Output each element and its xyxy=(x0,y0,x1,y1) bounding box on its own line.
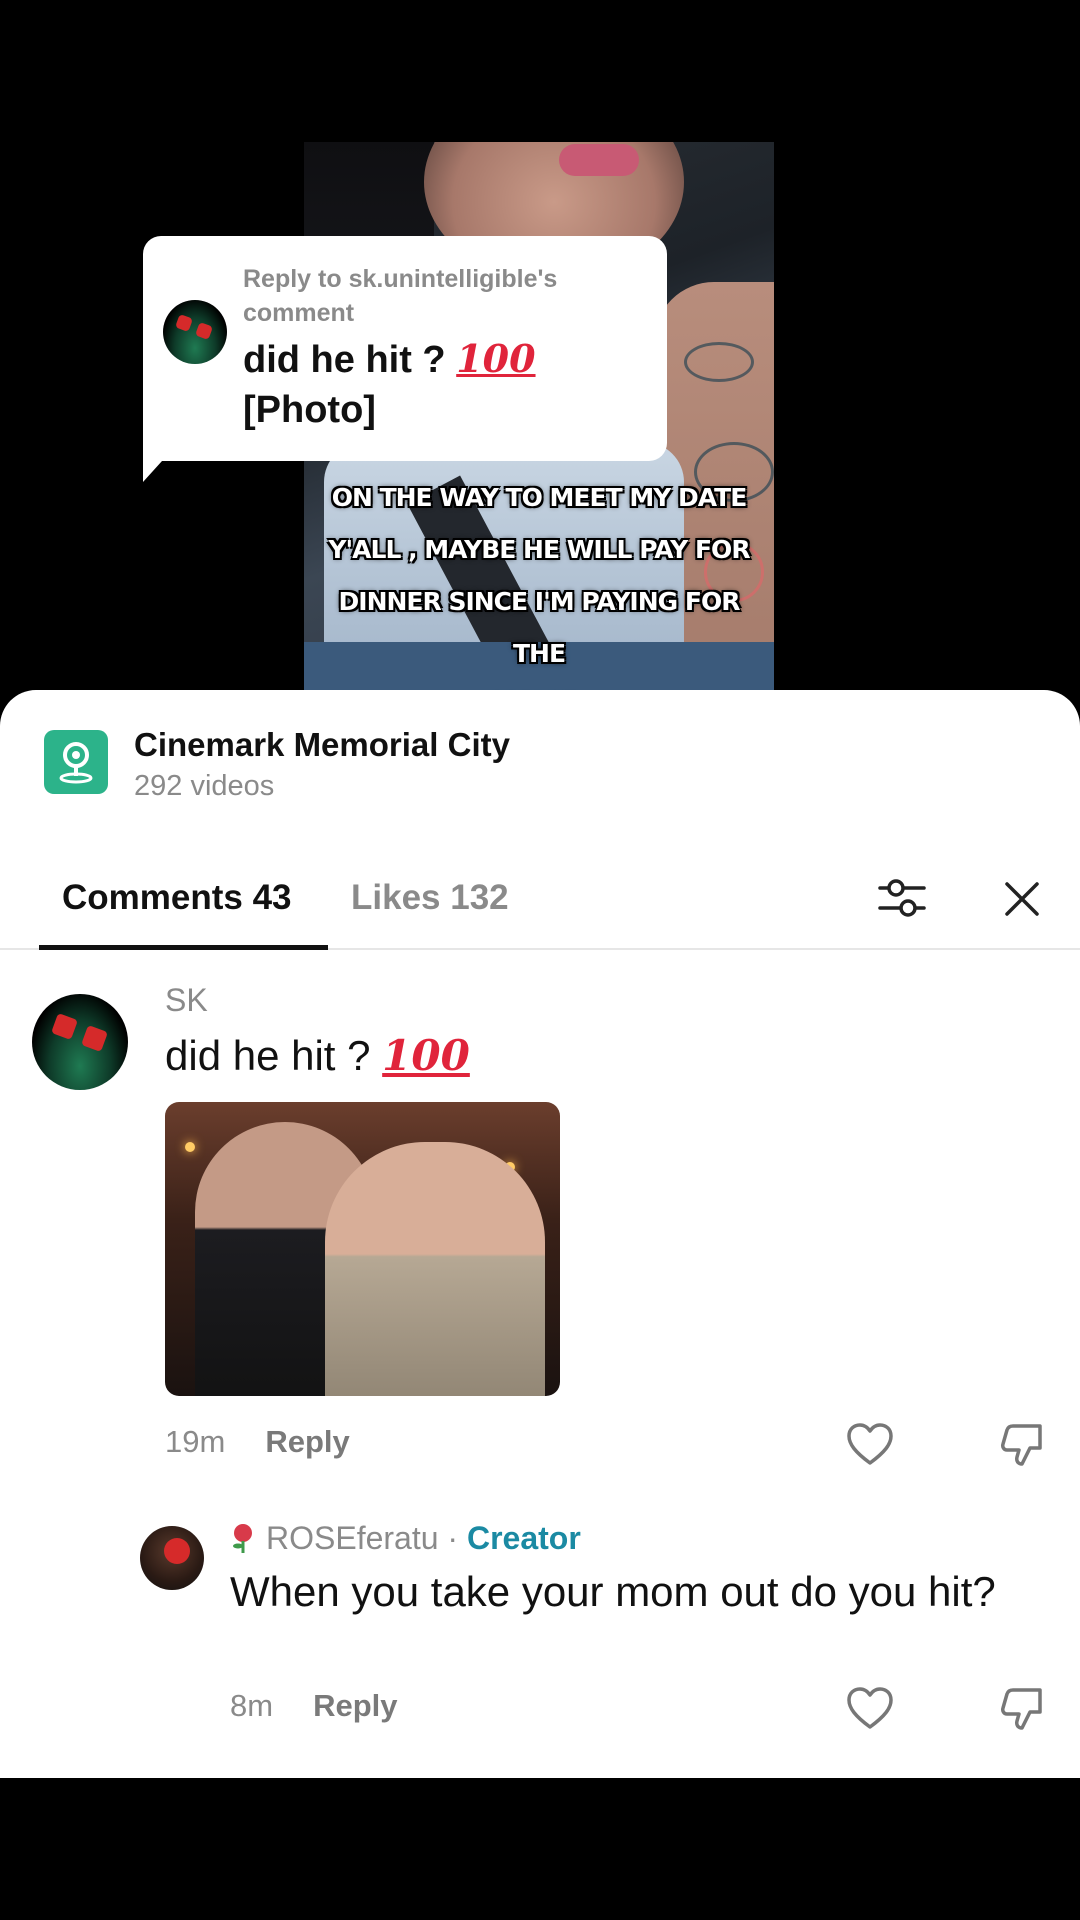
avatar[interactable] xyxy=(32,994,128,1090)
dice-icon xyxy=(175,314,194,333)
reply-bubble[interactable]: Reply to sk.unintelligible's comment did… xyxy=(143,236,667,461)
photo-person-right xyxy=(325,1142,545,1396)
reply-to-label: Reply to sk.unintelligible's comment xyxy=(243,265,558,327)
reply-message: did he hit ? 100 xyxy=(243,334,647,385)
reply-button[interactable]: Reply xyxy=(265,1424,349,1459)
reply-message-text: did he hit ? xyxy=(243,339,446,381)
comment-author[interactable]: ROSEferatu xyxy=(266,1520,439,1556)
hundred-points-icon: 100 xyxy=(382,1031,470,1080)
tab-active-indicator xyxy=(39,945,328,950)
background-light xyxy=(185,1142,195,1152)
video-lips xyxy=(559,144,639,176)
dislike-icon[interactable] xyxy=(998,1684,1048,1734)
comments-sheet: Cinemark Memorial City 292 videos Commen… xyxy=(0,690,1080,1778)
hundred-points-icon: 100 xyxy=(456,336,536,381)
comment-text: did he hit ? 100 xyxy=(165,1030,470,1082)
tattoo xyxy=(684,342,754,382)
avatar[interactable] xyxy=(140,1526,204,1590)
reply-button[interactable]: Reply xyxy=(313,1688,397,1723)
creator-badge: Creator xyxy=(466,1520,581,1556)
comment-author-line: ROSEferatu · Creator xyxy=(230,1520,581,1557)
comment-meta: 19m Reply xyxy=(165,1424,350,1460)
close-icon[interactable] xyxy=(997,874,1047,924)
map-pin-icon[interactable] xyxy=(44,730,108,794)
dislike-icon[interactable] xyxy=(998,1420,1048,1470)
comment-photo[interactable] xyxy=(165,1102,560,1396)
video-caption: ON THE WAY TO MEET MY DATE Y'ALL , MAYBE… xyxy=(328,483,750,702)
comment-author[interactable]: SK xyxy=(165,982,208,1019)
location-video-count: 292 videos xyxy=(134,770,275,802)
dice-icon xyxy=(81,1025,109,1053)
filter-icon[interactable] xyxy=(876,872,928,924)
comment-text-body: did he hit ? xyxy=(165,1032,371,1079)
comment-time: 19m xyxy=(165,1424,226,1459)
tab-comments[interactable]: Comments 43 xyxy=(62,878,292,918)
separator-dot: · xyxy=(438,1520,467,1556)
avatar xyxy=(163,300,227,364)
comment-time: 8m xyxy=(230,1688,274,1723)
comment-meta: 8m Reply xyxy=(230,1688,398,1724)
rose-icon xyxy=(233,1524,252,1553)
tab-likes[interactable]: Likes 132 xyxy=(351,878,509,918)
dice-icon xyxy=(51,1013,79,1041)
heart-icon[interactable] xyxy=(845,1684,895,1734)
tab-bar: Comments 43 Likes 132 xyxy=(0,862,1080,950)
reply-attachment-label: [Photo] xyxy=(243,389,376,431)
rose-icon xyxy=(164,1538,190,1564)
heart-icon[interactable] xyxy=(845,1420,895,1470)
comment-text: When you take your mom out do you hit? xyxy=(230,1568,996,1615)
location-title[interactable]: Cinemark Memorial City xyxy=(134,726,510,764)
dice-icon xyxy=(195,322,214,341)
